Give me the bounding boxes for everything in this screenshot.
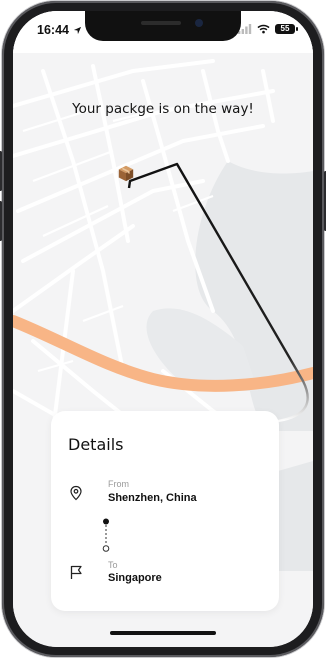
battery-level: 55 xyxy=(280,24,290,33)
flag-icon xyxy=(70,565,82,579)
home-indicator[interactable] xyxy=(110,631,216,635)
location-arrow-icon xyxy=(73,26,82,34)
status-icons: 55 xyxy=(238,24,298,34)
screen: 16:44 55 Your packge is on the way! Deta… xyxy=(13,11,313,647)
front-camera xyxy=(195,19,203,27)
status-time: 16:44 xyxy=(37,23,82,37)
details-card: Details From Shenzhen, China To Singapor… xyxy=(51,411,279,611)
volume-down-button xyxy=(0,201,2,241)
notch xyxy=(85,11,241,41)
phone-frame: 16:44 55 Your packge is on the way! Deta… xyxy=(0,1,326,657)
from-label: From xyxy=(108,479,129,489)
from-value: Shenzhen, China xyxy=(108,492,197,504)
route-connector xyxy=(102,518,110,552)
details-title: Details xyxy=(68,435,124,454)
wifi-icon xyxy=(257,24,270,34)
status-bar: 16:44 55 xyxy=(13,11,313,53)
map-headline: Your packge is on the way! xyxy=(72,101,254,117)
speaker-grille xyxy=(141,21,181,25)
to-label: To xyxy=(108,560,118,570)
battery-icon: 55 xyxy=(275,24,298,34)
volume-up-button xyxy=(0,151,2,191)
time-text: 16:44 xyxy=(37,23,69,37)
to-value: Singapore xyxy=(108,572,162,584)
package-box-icon[interactable] xyxy=(117,164,135,182)
map-pin-icon xyxy=(70,485,82,501)
